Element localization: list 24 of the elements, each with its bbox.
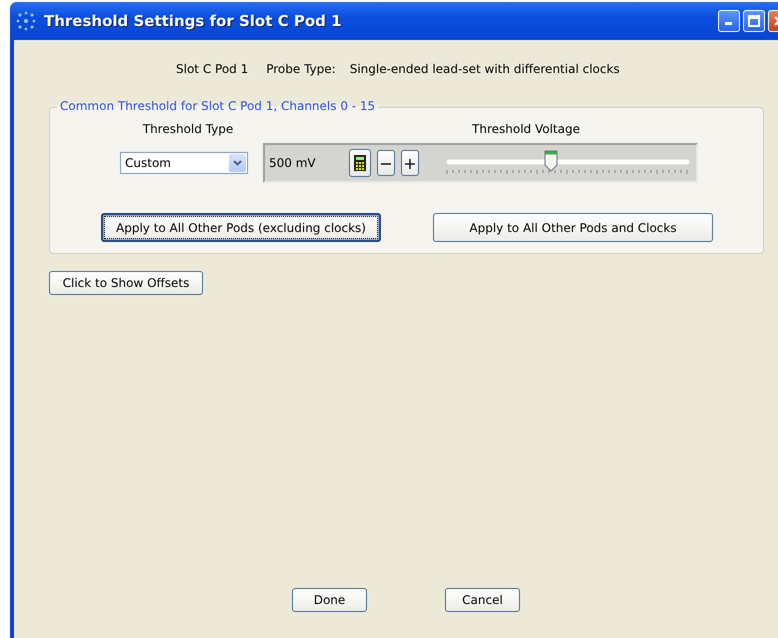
decrease-button[interactable]: − bbox=[377, 150, 395, 176]
apply-button[interactable]: Apply to All Other Pods and Clocks bbox=[433, 213, 713, 242]
minimize-button[interactable] bbox=[718, 10, 740, 32]
maximize-icon bbox=[748, 15, 760, 27]
threshold-voltage-heading: Threshold Voltage bbox=[472, 122, 580, 136]
probe-type-value: Single-ended lead-set with differential clocks bbox=[350, 62, 620, 76]
calculator-button[interactable] bbox=[349, 149, 371, 177]
app-icon bbox=[16, 11, 36, 31]
maximize-button[interactable] bbox=[743, 10, 765, 32]
probe-type-label: Probe Type: bbox=[266, 62, 336, 76]
window-title: Threshold Settings for Slot C Pod 1 bbox=[44, 12, 342, 30]
calculator-icon bbox=[354, 155, 366, 171]
group-legend: Common Threshold for Slot C Pod 1, Channels 0 - 15 bbox=[57, 99, 378, 113]
cancel-button[interactable]: Cancel bbox=[445, 588, 520, 612]
apply-button[interactable]: Apply to All Other Pods (excluding clocks) bbox=[101, 213, 381, 242]
done-button[interactable]: Done bbox=[292, 588, 367, 612]
increase-button[interactable]: + bbox=[401, 150, 419, 176]
voltage-reading: 500 mV bbox=[269, 156, 317, 170]
slot-label: Slot C Pod 1 bbox=[176, 62, 248, 76]
show-offsets-button[interactable]: Click to Show Offsets bbox=[49, 271, 203, 295]
slider-thumb[interactable] bbox=[544, 150, 558, 172]
threshold-type-heading: Threshold Type bbox=[142, 122, 234, 136]
threshold-type-dropdown[interactable]: Custom bbox=[120, 152, 248, 174]
chevron-down-icon bbox=[233, 160, 242, 166]
